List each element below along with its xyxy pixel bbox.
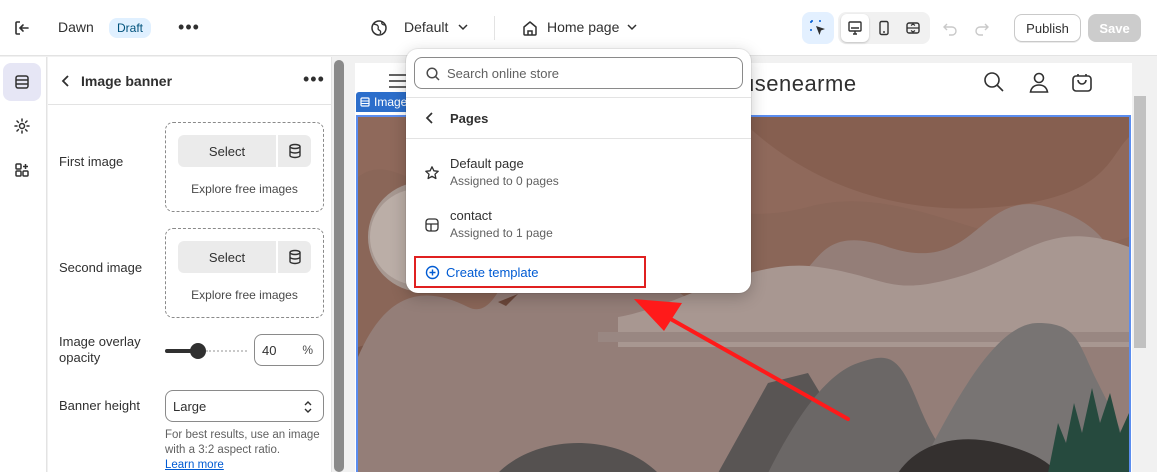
status-badge: Draft (109, 18, 152, 38)
divider (494, 16, 495, 40)
create-template-button[interactable]: Create template (414, 256, 646, 288)
apps-icon[interactable] (3, 151, 41, 189)
search-icon (426, 67, 440, 81)
opacity-value: 40 (262, 343, 277, 358)
search-field[interactable] (414, 57, 743, 89)
section-settings-panel: Image banner ••• First image Select Expl… (48, 57, 332, 472)
banner-height-help: For best results, use an image with a 3:… (165, 429, 320, 456)
more-actions-icon[interactable]: ••• (303, 69, 325, 90)
learn-more-link[interactable]: Learn more (165, 459, 224, 471)
exit-icon[interactable] (12, 18, 32, 38)
overlay-opacity-slider[interactable] (165, 343, 247, 359)
first-image-picker: Select Explore free images (165, 122, 324, 212)
mobile-view-icon[interactable] (870, 14, 898, 42)
theme-settings-gear-icon[interactable] (3, 107, 41, 145)
overlay-opacity-input[interactable]: 40 % (254, 334, 324, 366)
search-icon[interactable] (983, 71, 1005, 93)
language-selector[interactable]: Default (404, 19, 448, 35)
template-item-default-page[interactable]: Default page Assigned to 0 pages (410, 152, 747, 196)
overlay-opacity-label: Image overlay opacity (59, 334, 141, 365)
template-name: Default page (450, 156, 524, 171)
opacity-unit: % (302, 343, 313, 357)
explore-free-images-link[interactable]: Explore free images (166, 182, 323, 196)
chevron-left-icon[interactable] (423, 111, 437, 125)
plus-circle-icon (425, 265, 440, 280)
editor-topbar: Dawn Draft ••• Default Home page Publish… (0, 0, 1157, 56)
panel-header: Image banner ••• (48, 57, 331, 105)
divider (406, 97, 751, 98)
select-image-button[interactable]: Select (178, 241, 276, 273)
template-assigned-count: Assigned to 1 page (450, 226, 553, 240)
chevron-left-icon[interactable] (58, 73, 74, 89)
page-template-icon (424, 217, 440, 233)
sections-icon (360, 97, 370, 107)
create-template-label: Create template (446, 265, 539, 280)
home-icon[interactable] (521, 19, 539, 37)
undo-icon[interactable] (942, 20, 958, 36)
template-name: contact (450, 208, 492, 223)
page-selector[interactable]: Home page (547, 19, 619, 35)
template-assigned-count: Assigned to 0 pages (450, 174, 559, 188)
slider-track-rest (206, 350, 247, 352)
database-icon[interactable] (278, 241, 311, 273)
second-image-picker: Select Explore free images (165, 228, 324, 318)
annotation-arrow-icon (634, 299, 850, 421)
store-name[interactable]: usenearme (742, 71, 857, 97)
cursor-select-icon (810, 20, 825, 35)
save-button[interactable]: Save (1088, 14, 1141, 42)
select-image-button[interactable]: Select (178, 135, 276, 167)
cart-icon[interactable] (1071, 71, 1093, 93)
template-selector-popover: Pages Default page Assigned to 0 pages c… (406, 49, 751, 293)
desktop-view-icon[interactable] (841, 14, 869, 42)
redo-icon[interactable] (974, 20, 990, 36)
more-actions-icon[interactable]: ••• (178, 16, 200, 38)
panel-scrollbar[interactable] (334, 60, 344, 472)
sections-icon[interactable] (3, 63, 41, 101)
second-image-label: Second image (59, 260, 143, 275)
fullscreen-view-icon[interactable] (899, 14, 927, 42)
select-caret-icon (302, 399, 314, 415)
globe-icon[interactable] (370, 19, 388, 37)
database-icon[interactable] (278, 135, 311, 167)
publish-button[interactable]: Publish (1014, 14, 1081, 42)
viewport-switcher (838, 12, 930, 44)
banner-height-label: Banner height (59, 398, 140, 413)
star-icon (424, 165, 440, 181)
inspector-toggle-button[interactable] (802, 12, 834, 44)
banner-height-select[interactable]: Large (165, 390, 324, 422)
chevron-down-icon[interactable] (457, 21, 469, 33)
template-group-label[interactable]: Pages (450, 111, 488, 126)
explore-free-images-link[interactable]: Explore free images (166, 288, 323, 302)
account-icon[interactable] (1028, 71, 1050, 93)
section-tag[interactable]: Image (356, 92, 414, 112)
left-rail (0, 57, 47, 472)
chevron-down-icon[interactable] (626, 21, 638, 33)
first-image-label: First image (59, 154, 124, 169)
divider (406, 138, 751, 139)
theme-name: Dawn (58, 19, 94, 35)
panel-title: Image banner (81, 73, 173, 89)
section-tag-label: Image (374, 95, 408, 109)
slider-thumb[interactable] (190, 343, 206, 359)
banner-height-value: Large (173, 399, 207, 414)
template-item-contact[interactable]: contact Assigned to 1 page (410, 204, 747, 248)
search-input[interactable] (447, 62, 737, 84)
preview-scrollbar[interactable] (1134, 96, 1146, 348)
